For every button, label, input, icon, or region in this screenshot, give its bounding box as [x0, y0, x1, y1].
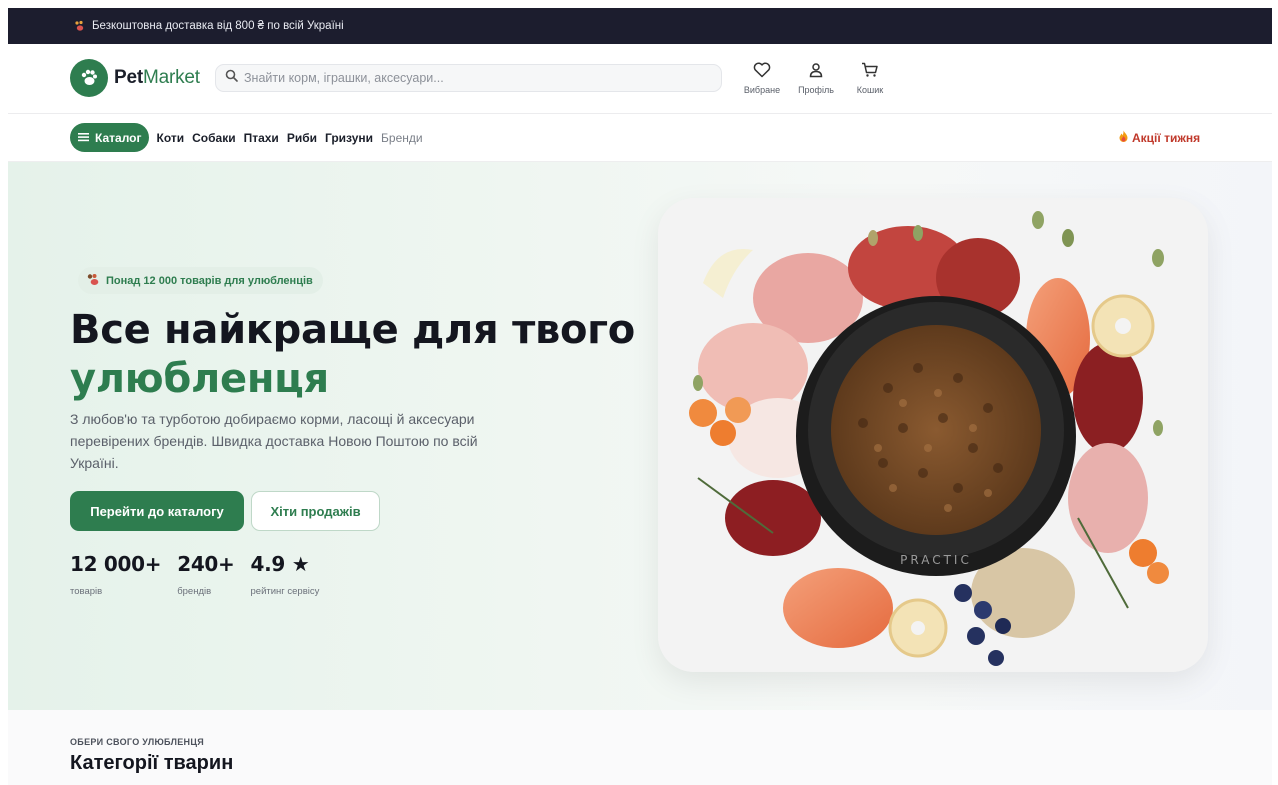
section-title: Категорії тварин [70, 752, 234, 774]
hero-stats: 12 000+ товарів 240+ брендів 4.9 ★ рейти… [70, 552, 335, 597]
search-box[interactable] [215, 64, 722, 92]
weekly-deals-link[interactable]: Акції тижня [1118, 130, 1200, 146]
hero-image: PRACTIC [658, 198, 1208, 672]
nav-item-fish[interactable]: Риби [287, 131, 317, 145]
cart-button[interactable]: Кошик [849, 62, 891, 95]
search-icon [225, 69, 238, 87]
category-nav: Каталог Коти Собаки Птахи Риби Гризуни Б… [8, 114, 1272, 162]
nav-item-birds[interactable]: Птахи [244, 131, 279, 145]
page: Безкоштовна доставка від 800 ₴ по всій У… [0, 0, 1278, 785]
stat-value: 12 000+ [70, 552, 162, 576]
stat-value: 4.9 ★ [250, 552, 310, 576]
hero-subtitle: З любов'ю та турботою добираємо корми, л… [70, 411, 478, 471]
favorites-label: Вибране [743, 85, 781, 95]
stat-caption: товарів [70, 586, 103, 597]
announcement-text: Безкоштовна доставка від 800 ₴ по всій У… [92, 20, 344, 32]
search-input[interactable] [244, 71, 704, 85]
hero-badge: Понад 12 000 товарів для улюбленців [78, 267, 323, 294]
hero-title: Все найкраще для твого улюбленця [70, 306, 635, 404]
nav-item-cats[interactable]: Коти [157, 131, 185, 145]
bowl-brand-text: PRACTIC [900, 553, 972, 567]
nav-links: Коти Собаки Птахи Риби Гризуни Бренди [157, 131, 423, 145]
section-kicker: ОБЕРИ СВОГО УЛЮБЛЕНЦЯ [70, 737, 204, 747]
hero-section: Понад 12 000 товарів для улюбленців Все … [8, 162, 1272, 710]
go-to-catalog-button[interactable]: Перейти до каталогу [70, 491, 244, 531]
nav-item-rodents[interactable]: Гризуни [325, 131, 373, 145]
stat-value: 240+ [177, 552, 235, 576]
hero-title-line1: Все найкраще для твого [70, 307, 635, 353]
stat-caption: брендів [177, 586, 212, 597]
categories-section: ОБЕРИ СВОГО УЛЮБЛЕНЦЯ Категорії тварин [8, 710, 1272, 785]
catalog-button[interactable]: Каталог [70, 123, 149, 152]
hero-title-line2: улюбленця [70, 356, 329, 402]
weekly-deals-label: Акції тижня [1132, 131, 1201, 145]
stat-caption: рейтинг сервісу [250, 586, 320, 597]
fire-icon [1118, 130, 1129, 146]
paw-icon [74, 20, 86, 32]
nav-item-dogs[interactable]: Собаки [192, 131, 235, 145]
stat-products: 12 000+ товарів [70, 552, 162, 597]
logo-text: PetMarket [114, 67, 200, 88]
profile-button[interactable]: Профіль [795, 62, 837, 95]
header: PetMarket Вибране Профіль [8, 44, 1272, 114]
announcement-bar: Безкоштовна доставка від 800 ₴ по всій У… [8, 8, 1272, 44]
favorites-button[interactable]: Вибране [741, 62, 783, 95]
nav-item-brands[interactable]: Бренди [381, 131, 423, 145]
header-actions: Вибране Профіль Кошик [741, 62, 891, 95]
paw-icon [86, 273, 100, 289]
cart-label: Кошик [856, 85, 884, 95]
stat-rating: 4.9 ★ рейтинг сервісу [251, 552, 320, 597]
stat-brands: 240+ брендів [177, 552, 235, 597]
cart-icon [861, 62, 879, 83]
heart-icon [753, 62, 771, 83]
user-icon [808, 62, 824, 83]
hero-badge-text: Понад 12 000 товарів для улюбленців [106, 274, 313, 287]
catalog-label: Каталог [95, 130, 142, 145]
logo[interactable]: PetMarket [70, 59, 200, 97]
profile-label: Профіль [798, 85, 834, 95]
menu-icon [78, 131, 89, 145]
paw-icon [70, 59, 108, 97]
bestsellers-button[interactable]: Хіти продажів [251, 491, 380, 531]
